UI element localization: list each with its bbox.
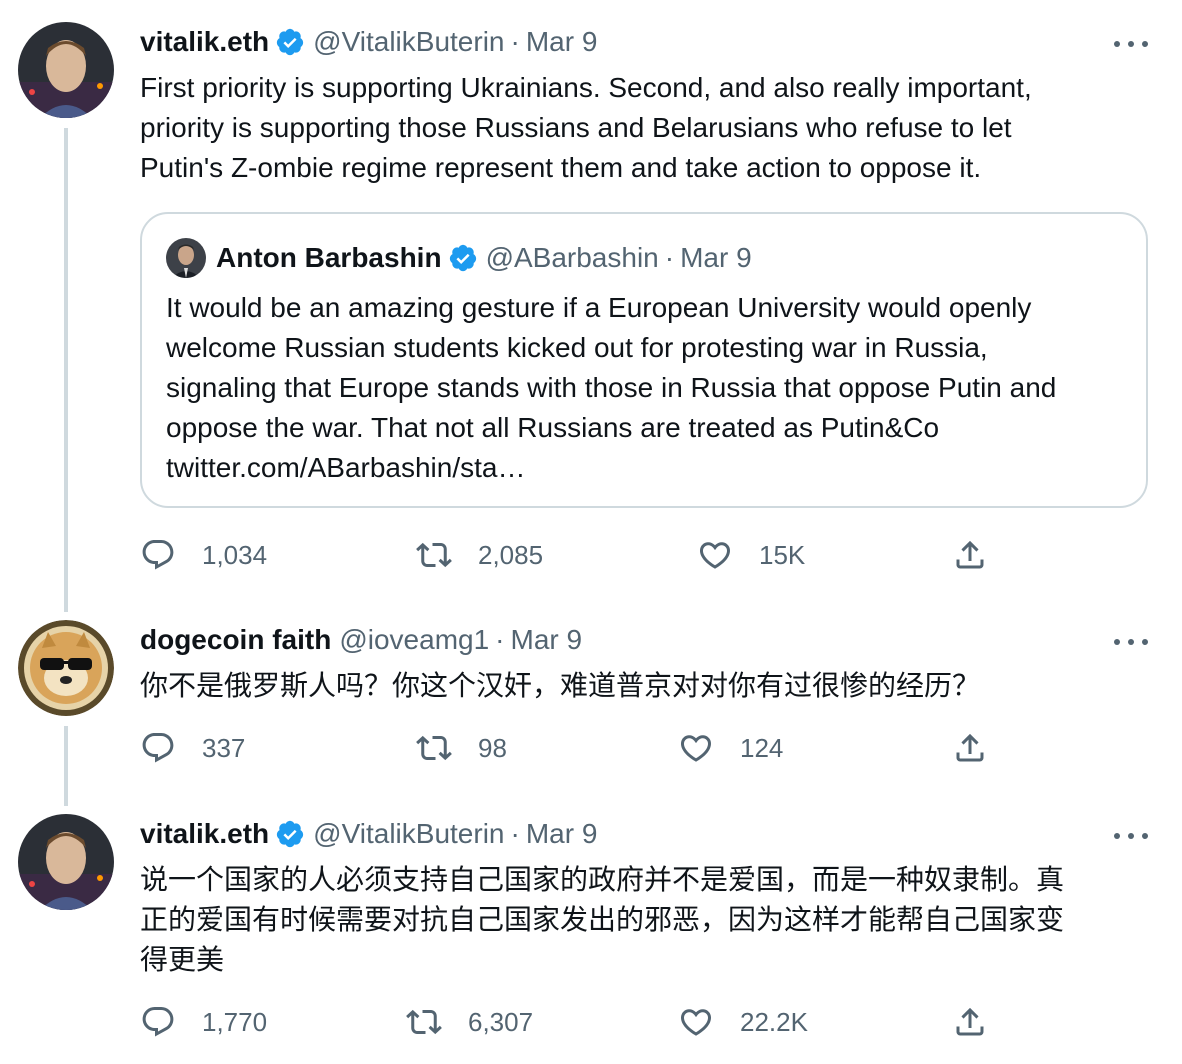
tweet-header: vitalik.eth @VitalikButerin · Mar 9 [140,814,597,854]
retweet-count: 6,307 [468,1006,534,1037]
text-line: 正的爱国有时候需要对抗自己国家发出的邪恶，因为这样才能帮自己国家变 [140,904,1065,935]
tweet-actions: 1,034 2,085 15K [140,537,1020,577]
reply-button[interactable]: 1,770 [140,1004,267,1040]
more-icon[interactable] [1114,34,1148,54]
verified-badge-icon [449,244,476,272]
display-name[interactable]: vitalik.eth [140,26,269,58]
share-icon [956,1007,984,1036]
heart-icon [699,542,731,569]
retweet-icon [416,735,452,761]
retweet-button[interactable]: 98 [416,730,507,766]
tweet-text: First priority is supporting Ukrainians.… [140,68,1140,188]
reply-count: 337 [202,732,246,763]
like-count: 15K [759,539,806,570]
retweet-button[interactable]: 6,307 [406,1004,533,1040]
tweet-actions: 337 98 124 [140,730,1020,770]
heart-icon [680,735,712,762]
quote-header: Anton Barbashin @ABarbashin · Mar 9 [216,238,752,278]
quote-text: It would be an amazing gesture if a Euro… [166,288,1136,488]
timestamp[interactable]: Mar 9 [526,26,598,58]
text-line: welcome Russian students kicked out for … [166,332,988,363]
verified-badge-icon [277,28,304,56]
text-line: Putin's Z-ombie regime represent them an… [140,152,982,183]
retweet-button[interactable]: 2,085 [416,537,543,573]
like-button[interactable]: 22.2K [678,1004,808,1040]
text-line: oppose the war. That not all Russians ar… [166,412,940,443]
separator-dot: · [664,242,675,273]
separator-dot: · [495,624,505,655]
retweet-count: 2,085 [478,539,544,570]
quote-link[interactable]: twitter.com/ABarbashin/sta… [166,448,1136,488]
handle[interactable]: @VitalikButerin [313,26,504,58]
timestamp[interactable]: Mar 9 [526,818,598,850]
thread-line [64,726,68,806]
tweet-actions: 1,770 6,307 22.2K [140,1004,1020,1044]
handle[interactable]: @VitalikButerin [313,818,504,850]
more-icon[interactable] [1114,826,1148,846]
reply-count: 1,034 [202,539,268,570]
separator-dot: · [510,26,520,57]
tweet-text: 说一个国家的人必须支持自己国家的政府并不是爱国，而是一种奴隶制。真 正的爱国有时… [140,860,1140,980]
handle[interactable]: @ioveamg1 [339,624,489,656]
retweet-icon [416,542,452,568]
more-icon[interactable] [1114,632,1148,652]
tweet-text: 你不是俄罗斯人吗？你这个汉奸，难道普京对对你有过很惨的经历？ [140,666,1140,706]
like-button[interactable]: 15K [697,537,805,573]
quote-timestamp[interactable]: Mar 9 [680,242,752,274]
text-line: It would be an amazing gesture if a Euro… [166,292,1032,323]
retweet-count: 98 [478,732,507,763]
text-line: First priority is supporting Ukrainians.… [140,72,1032,103]
avatar[interactable] [18,620,114,716]
display-name[interactable]: vitalik.eth [140,818,269,850]
text-line: 得更美 [140,944,225,975]
reply-icon [142,540,174,570]
share-icon [956,540,984,569]
text-line: signaling that Europe stands with those … [166,372,1057,403]
share-button[interactable] [952,1004,988,1040]
share-button[interactable] [952,537,988,573]
verified-badge-icon [277,820,304,848]
avatar[interactable] [18,814,114,910]
text-line: priority is supporting those Russians an… [140,112,1012,143]
quoted-tweet[interactable]: Anton Barbashin @ABarbashin · Mar 9 It w… [140,212,1148,508]
reply-count: 1,770 [202,1006,268,1037]
separator-dot: · [510,818,520,849]
share-button[interactable] [952,730,988,766]
like-button[interactable]: 124 [678,730,783,766]
timestamp[interactable]: Mar 9 [511,624,583,656]
quote-display-name[interactable]: Anton Barbashin [216,242,442,274]
quote-handle[interactable]: @ABarbashin [486,242,659,274]
quote-avatar[interactable] [166,238,206,278]
reply-icon [142,733,174,763]
heart-icon [680,1009,712,1036]
avatar[interactable] [18,22,114,118]
tweet-header: dogecoin faith @ioveamg1 · Mar 9 [140,620,582,660]
reply-button[interactable]: 337 [140,730,245,766]
text-line: 你不是俄罗斯人吗？你这个汉奸，难道普京对对你有过很惨的经历？ [140,670,981,701]
thread-line [64,128,68,612]
tweet-header: vitalik.eth @VitalikButerin · Mar 9 [140,22,597,62]
text-line: 说一个国家的人必须支持自己国家的政府并不是爱国，而是一种奴隶制。真 [140,864,1065,895]
like-count: 22.2K [740,1006,808,1037]
retweet-icon [406,1009,442,1035]
reply-button[interactable]: 1,034 [140,537,267,573]
reply-icon [142,1007,174,1037]
share-icon [956,733,984,762]
display-name[interactable]: dogecoin faith [140,624,331,656]
like-count: 124 [740,732,784,763]
